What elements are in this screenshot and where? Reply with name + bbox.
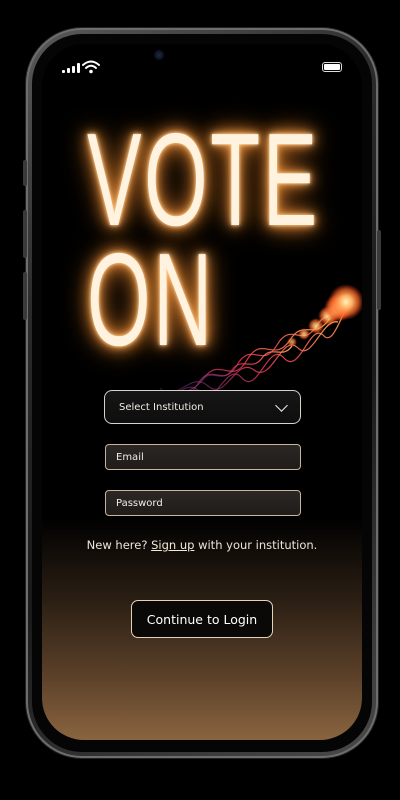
wifi-icon <box>82 60 100 74</box>
institution-select[interactable]: Select Institution <box>104 390 301 424</box>
continue-to-login-button[interactable]: Continue to Login <box>131 600 273 638</box>
signup-link[interactable]: Sign up <box>151 538 194 552</box>
signup-prefix: New here? <box>86 538 148 552</box>
volume-up-button <box>23 210 27 258</box>
signup-suffix: with your institution. <box>198 538 318 552</box>
battery-icon <box>322 62 342 72</box>
battery-level-fill <box>324 64 340 70</box>
chevron-down-icon <box>275 398 288 412</box>
institution-select-value: Select Institution <box>119 401 204 413</box>
vote-on-logo: VOTE ON <box>72 110 362 406</box>
app-screen: VOTE ON Select Institution Email Passwor… <box>42 44 362 740</box>
password-placeholder: Password <box>116 497 163 509</box>
password-field[interactable]: Password <box>105 490 301 516</box>
power-button <box>377 230 381 310</box>
email-field[interactable]: Email <box>105 444 301 470</box>
email-placeholder: Email <box>116 451 144 463</box>
volume-down-button <box>23 272 27 320</box>
stage: VOTE ON Select Institution Email Passwor… <box>0 0 400 800</box>
signup-prompt: New here? Sign up with your institution. <box>42 538 362 552</box>
cellular-signal-icon <box>62 63 80 73</box>
continue-to-login-label: Continue to Login <box>146 611 258 627</box>
logo-word-on: ON <box>87 226 215 373</box>
mute-switch <box>23 160 27 186</box>
camera-icon <box>154 50 164 60</box>
